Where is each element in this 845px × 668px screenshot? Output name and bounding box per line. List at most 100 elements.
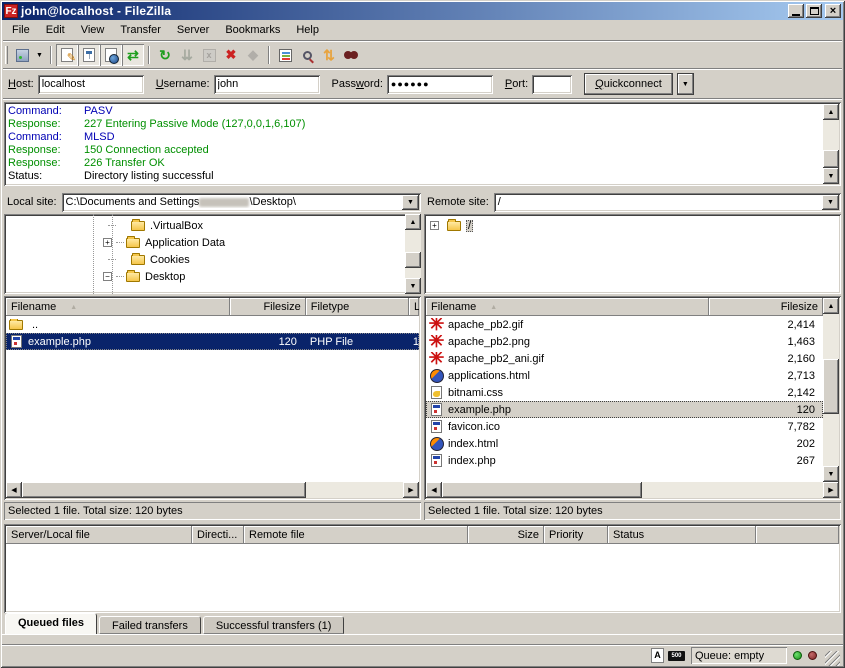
- remote-list-hscrollbar[interactable]: ◀ ▶: [426, 482, 839, 498]
- scroll-thumb[interactable]: [823, 359, 839, 414]
- menu-transfer[interactable]: Transfer: [112, 21, 169, 39]
- scroll-thumb[interactable]: [405, 252, 421, 268]
- close-button[interactable]: ×: [825, 4, 841, 18]
- scroll-right-button[interactable]: ▶: [403, 482, 419, 498]
- message-log[interactable]: Command:PASV Response:227 Entering Passi…: [4, 102, 841, 186]
- reconnect-button[interactable]: ◆: [242, 44, 264, 66]
- tree-item-root[interactable]: + /: [424, 217, 841, 234]
- directory-listing-filters-button[interactable]: [274, 44, 296, 66]
- column-header-filename[interactable]: Filename▲: [426, 298, 709, 316]
- scroll-track[interactable]: [823, 120, 839, 168]
- scroll-up-button[interactable]: ▲: [405, 214, 421, 230]
- scroll-down-button[interactable]: ▼: [823, 168, 839, 184]
- transfer-queue[interactable]: Server/Local file Directi... Remote file…: [4, 524, 841, 613]
- tab-queued-files[interactable]: Queued files: [5, 613, 97, 634]
- synchronized-browsing-button[interactable]: ⇅: [318, 44, 340, 66]
- scroll-up-button[interactable]: ▲: [823, 298, 839, 314]
- column-header-remote-file[interactable]: Remote file: [244, 526, 468, 544]
- file-row[interactable]: ✳apache_pb2_ani.gif 2,160: [426, 350, 823, 367]
- file-row[interactable]: applications.html 2,713: [426, 367, 823, 384]
- menu-bookmarks[interactable]: Bookmarks: [217, 21, 288, 39]
- collapse-icon[interactable]: −: [103, 272, 112, 281]
- cancel-operation-button[interactable]: x: [198, 44, 220, 66]
- site-manager-button[interactable]: [11, 44, 33, 66]
- queue-body[interactable]: [6, 544, 839, 611]
- expand-icon[interactable]: +: [103, 238, 112, 247]
- quickconnect-dropdown-button[interactable]: ▼: [677, 73, 694, 95]
- tree-item-cookies[interactable]: + Cookies: [4, 251, 405, 268]
- toggle-remote-tree-button[interactable]: [100, 44, 122, 66]
- file-row-example-php[interactable]: example.php 120: [426, 401, 823, 418]
- local-path-combo[interactable]: C:\Documents and Settings\Desktop\ ▼: [62, 193, 421, 212]
- disconnect-button[interactable]: ✖: [220, 44, 242, 66]
- scroll-down-button[interactable]: ▼: [823, 466, 839, 482]
- file-row[interactable]: ✳apache_pb2.png 1,463: [426, 333, 823, 350]
- local-file-list[interactable]: Filename▲ Filesize Filetype L .. example…: [4, 296, 421, 500]
- tree-item-application-data[interactable]: + Application Data: [4, 234, 405, 251]
- tree-item-desktop[interactable]: − Desktop: [4, 268, 405, 285]
- maximize-button[interactable]: [806, 4, 822, 18]
- scroll-track[interactable]: [442, 482, 823, 498]
- host-input[interactable]: [38, 75, 144, 94]
- local-directory-tree[interactable]: + .VirtualBox + Application Data + Cooki…: [4, 214, 421, 294]
- port-input[interactable]: [532, 75, 572, 94]
- expand-icon[interactable]: +: [430, 221, 439, 230]
- file-row-parent-dir[interactable]: ..: [6, 316, 419, 333]
- file-row[interactable]: favicon.ico 7,782: [426, 418, 823, 435]
- menu-file[interactable]: File: [4, 21, 38, 39]
- column-header-filesize[interactable]: Filesize: [230, 298, 305, 316]
- column-header-filesize[interactable]: Filesize: [709, 298, 823, 316]
- local-tree-scrollbar[interactable]: ▲ ▼: [405, 214, 421, 294]
- tree-item-virtualbox[interactable]: + .VirtualBox: [4, 217, 405, 234]
- compare-directories-button[interactable]: [296, 44, 318, 66]
- menu-edit[interactable]: Edit: [38, 21, 73, 39]
- find-files-button[interactable]: [340, 44, 362, 66]
- scroll-thumb[interactable]: [442, 482, 642, 498]
- tab-successful-transfers[interactable]: Successful transfers (1): [203, 616, 345, 634]
- file-row[interactable]: ✳apache_pb2.gif 2,414: [426, 316, 823, 333]
- speed-limit-icon[interactable]: 500: [668, 651, 685, 661]
- combo-dropdown-button[interactable]: ▼: [822, 195, 839, 210]
- ascii-transfer-type-icon[interactable]: A: [651, 648, 664, 663]
- toggle-transfer-queue-button[interactable]: ⇄: [122, 44, 144, 66]
- file-row[interactable]: index.php 267: [426, 452, 823, 469]
- scroll-left-button[interactable]: ◀: [426, 482, 442, 498]
- scroll-track[interactable]: [405, 230, 421, 278]
- tab-failed-transfers[interactable]: Failed transfers: [99, 616, 201, 634]
- toolbar-grip[interactable]: [5, 46, 8, 64]
- refresh-button[interactable]: ↻: [154, 44, 176, 66]
- combo-dropdown-button[interactable]: ▼: [402, 195, 419, 210]
- remote-path-combo[interactable]: / ▼: [494, 193, 841, 212]
- scroll-thumb[interactable]: [22, 482, 306, 498]
- menu-server[interactable]: Server: [169, 21, 217, 39]
- toggle-message-log-button[interactable]: [56, 44, 78, 66]
- site-manager-dropdown-button[interactable]: ▼: [33, 44, 46, 66]
- remote-directory-tree[interactable]: + /: [424, 214, 841, 294]
- username-input[interactable]: [214, 75, 320, 94]
- toggle-local-tree-button[interactable]: [78, 44, 100, 66]
- menu-help[interactable]: Help: [288, 21, 327, 39]
- column-header-status[interactable]: Status: [608, 526, 756, 544]
- password-input[interactable]: [387, 75, 493, 94]
- remote-file-list[interactable]: Filename▲ Filesize ✳apache_pb2.gif 2,414…: [424, 296, 841, 500]
- column-header-priority[interactable]: Priority: [544, 526, 608, 544]
- minimize-button[interactable]: [788, 4, 804, 18]
- column-header-server-local-file[interactable]: Server/Local file: [6, 526, 192, 544]
- scroll-left-button[interactable]: ◀: [6, 482, 22, 498]
- window-resize-grip[interactable]: [825, 651, 840, 666]
- column-header-filename[interactable]: Filename▲: [6, 298, 230, 316]
- file-row-example-php[interactable]: example.php 120 PHP File 1: [6, 333, 419, 350]
- scroll-track[interactable]: [823, 314, 839, 466]
- scroll-up-button[interactable]: ▲: [823, 104, 839, 120]
- menu-view[interactable]: View: [73, 21, 113, 39]
- scroll-down-button[interactable]: ▼: [405, 278, 421, 294]
- remote-list-scrollbar[interactable]: ▲ ▼: [823, 298, 839, 482]
- log-scrollbar[interactable]: ▲ ▼: [823, 104, 839, 184]
- scroll-track[interactable]: [22, 482, 403, 498]
- local-list-hscrollbar[interactable]: ◀ ▶: [6, 482, 419, 498]
- column-header-direction[interactable]: Directi...: [192, 526, 244, 544]
- scroll-thumb[interactable]: [823, 150, 839, 168]
- title-bar[interactable]: Fz john@localhost - FileZilla ×: [2, 2, 843, 20]
- scroll-right-button[interactable]: ▶: [823, 482, 839, 498]
- column-header-filetype[interactable]: Filetype: [306, 298, 409, 316]
